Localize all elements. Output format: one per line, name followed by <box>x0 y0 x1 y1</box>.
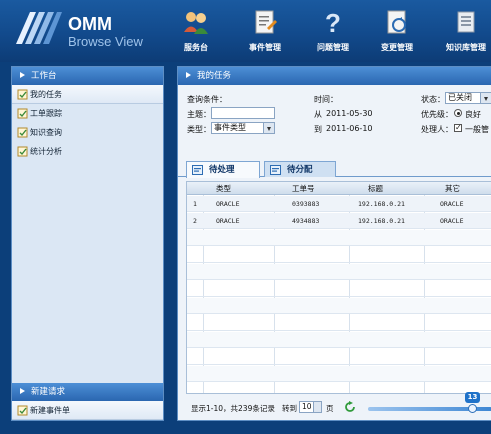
column-header-title[interactable]: 标题 <box>368 182 383 195</box>
task-tabs: 待处理 待分配 <box>178 159 491 178</box>
query-title: 查询条件： <box>187 95 227 104</box>
column-header-ticket[interactable]: 工单号 <box>292 182 315 195</box>
time-label: 时间： <box>314 95 338 104</box>
handler-checkbox[interactable]: ✓ <box>454 124 462 132</box>
priority-label: 优先级： <box>421 110 453 119</box>
column-header-other[interactable]: 其它 <box>445 182 460 195</box>
priority-value: 良好 <box>465 110 481 119</box>
nav-incident[interactable]: 事件管理 <box>232 8 298 60</box>
new-request-section: 新建请求 新建事件单 <box>12 383 163 420</box>
task-grid: 类型 工单号 标题 其它 1 ORACLE 0393883 192.168.0.… <box>186 181 491 394</box>
nav-change[interactable]: 变更管理 <box>364 8 430 60</box>
change-icon <box>387 10 406 34</box>
page-label: 页 <box>326 404 334 413</box>
nav-service-desk[interactable]: 服务台 <box>163 8 229 60</box>
status-select[interactable]: 已关闭 <box>445 92 491 104</box>
page-select[interactable]: 10 <box>299 401 322 413</box>
to-date[interactable]: 2011-06-10 <box>326 124 373 133</box>
sidebar-header: 工作台 <box>12 67 163 85</box>
triangle-icon <box>20 72 25 78</box>
sidebar-item-knowledge-search[interactable]: 知识查询 <box>12 123 163 142</box>
table-row <box>187 230 491 246</box>
chevron-down-icon <box>313 402 321 412</box>
main-panel: 我的任务 查询条件： 主题： 类型： 事件类型 时间： 从 2011-05-30… <box>177 66 491 421</box>
query-form: 查询条件： 主题： 类型： 事件类型 时间： 从 2011-05-30 到 20… <box>178 85 491 157</box>
chevron-down-icon <box>263 123 274 133</box>
slider-value: 13 <box>465 392 480 403</box>
knowledge-icon <box>457 11 475 33</box>
grid-header: 类型 工单号 标题 其它 <box>187 182 491 195</box>
task-icon <box>17 108 28 119</box>
type-select[interactable]: 事件类型 <box>211 122 275 134</box>
from-date[interactable]: 2011-05-30 <box>326 109 373 118</box>
column-header-type[interactable]: 类型 <box>216 182 231 195</box>
status-label: 状态： <box>421 95 445 104</box>
triangle-icon <box>186 72 191 78</box>
handler-value: 一般管 <box>465 125 489 134</box>
to-label: 到 <box>314 125 322 134</box>
priority-radio[interactable] <box>454 109 462 117</box>
tab-to-assign[interactable]: 待分配 <box>264 161 336 177</box>
question-icon: ? <box>325 8 341 36</box>
svg-text:?: ? <box>325 8 341 36</box>
from-label: 从 <box>314 110 322 119</box>
goto-label: 转到 <box>282 404 297 413</box>
table-row[interactable]: 1 ORACLE 0393883 192.168.0.21 ORACLE <box>187 196 491 212</box>
task-icon <box>17 127 28 138</box>
type-label: 类型： <box>187 125 211 134</box>
table-row <box>187 264 491 280</box>
main-header: 我的任务 <box>178 67 491 85</box>
task-icon <box>17 146 28 157</box>
triangle-icon <box>20 388 25 394</box>
new-incident-link[interactable]: 新建事件单 <box>12 401 163 420</box>
sidebar-item-my-tasks[interactable]: 我的任务 <box>12 85 163 104</box>
chevron-down-icon <box>480 93 491 103</box>
slider-handle[interactable] <box>468 404 477 413</box>
new-request-header: 新建请求 <box>12 383 163 401</box>
tab-pending[interactable]: 待处理 <box>186 161 260 178</box>
task-icon <box>17 405 28 416</box>
assign-icon <box>270 165 281 175</box>
pending-icon <box>192 165 203 175</box>
task-icon <box>17 89 28 100</box>
table-row <box>187 298 491 314</box>
table-row <box>187 315 491 331</box>
document-icon <box>255 10 277 34</box>
record-summary: 显示1-10，共239条记录 <box>191 404 275 413</box>
table-row[interactable]: 2 ORACLE 4934883 192.168.0.21 ORACLE <box>187 213 491 229</box>
table-row <box>187 247 491 263</box>
refresh-icon[interactable] <box>344 401 356 413</box>
nav-knowledge[interactable]: 知识库管理 <box>433 8 491 60</box>
table-row <box>187 349 491 365</box>
subject-label: 主题： <box>187 110 211 119</box>
table-row <box>187 332 491 348</box>
main-nav: 服务台 事件管理 ? 问题管理 变更管理 知识库管理 <box>0 8 491 60</box>
sidebar-item-ticket-tracking[interactable]: 工单跟踪 <box>12 104 163 123</box>
handler-label: 处理人： <box>421 125 453 134</box>
nav-problem[interactable]: ? 问题管理 <box>300 8 366 60</box>
sidebar: 工作台 我的任务 工单跟踪 知识查询 统计分析 新建请求 新建事件单 <box>11 66 164 421</box>
people-icon <box>184 12 208 34</box>
table-row <box>187 281 491 297</box>
pagination: 显示1-10，共239条记录 转到 10 页 13 <box>178 392 491 420</box>
sidebar-item-statistics[interactable]: 统计分析 <box>12 142 163 161</box>
subject-input[interactable] <box>211 107 275 119</box>
table-row <box>187 366 491 382</box>
top-header: OMM Browse View 服务台 事件管理 ? 问题管理 变更管理 知识库… <box>0 0 491 62</box>
